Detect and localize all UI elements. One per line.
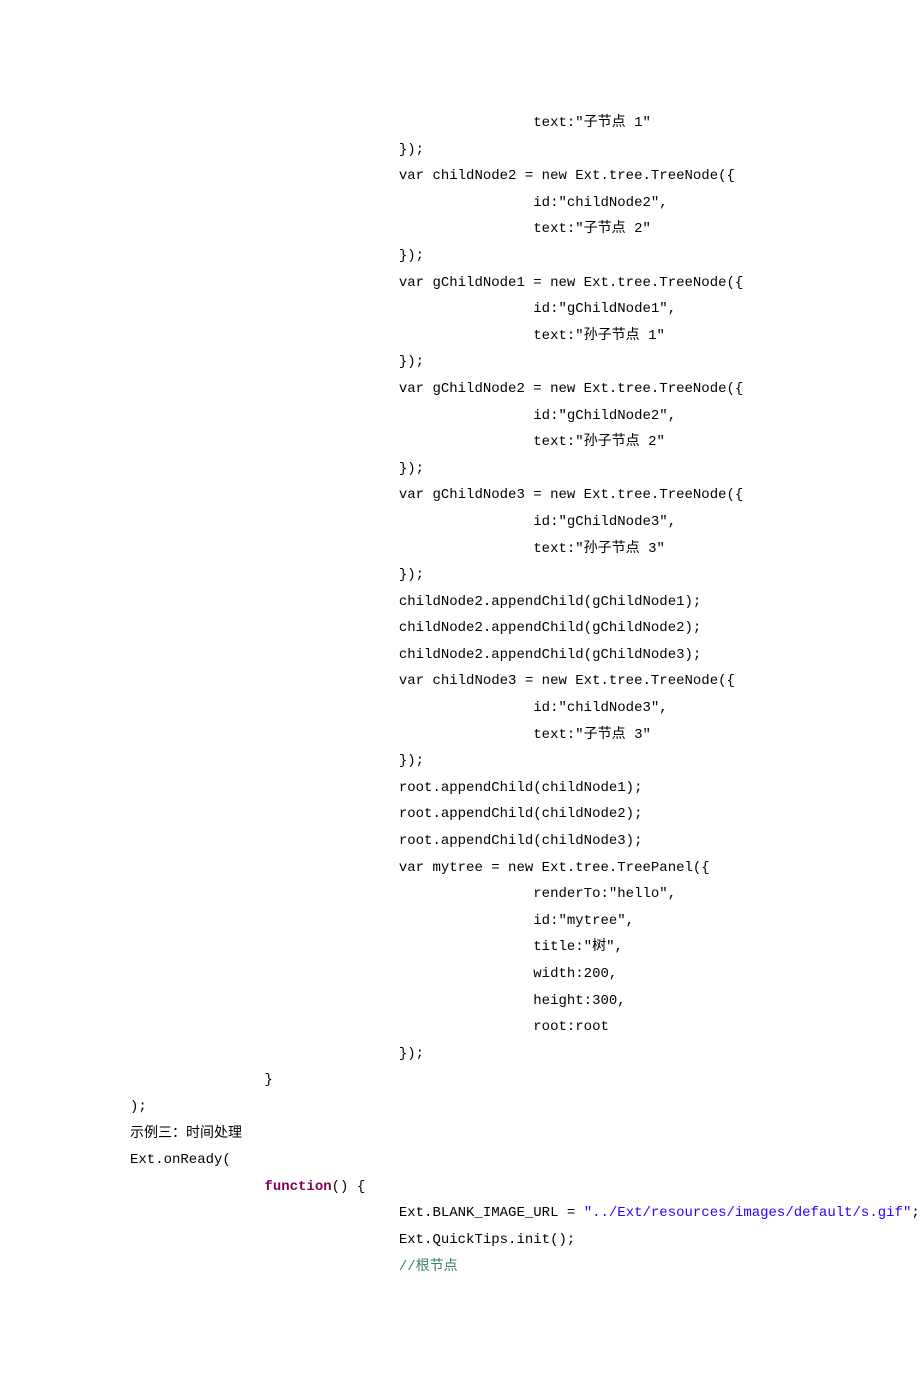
code-line: var gChildNode2 = new Ext.tree.TreeNode(… [130,381,743,397]
code-line: text:"孙子节点 3" [130,541,665,557]
code-line: root:root [130,1019,609,1035]
code-token: id:"gChildNode2", [533,408,676,424]
code-line: ); [130,1099,147,1115]
code-line: height:300, [130,993,626,1009]
code-token: childNode2.appendChild(gChildNode3); [399,647,701,663]
code-token: text:"孙子节点 2" [533,434,665,450]
code-line: id:"childNode3", [130,700,668,716]
code-token: var gChildNode1 = new Ext.tree.TreeNode(… [399,275,743,291]
code-token: var childNode3 = new Ext.tree.TreeNode({ [399,673,735,689]
code-token: Ext.onReady( [130,1152,231,1168]
code-line: }); [130,567,424,583]
code-token: text:"子节点 1" [533,115,651,131]
code-line: }); [130,354,424,370]
code-token: title:"树", [533,939,623,955]
code-line: }); [130,248,424,264]
code-line: width:200, [130,966,617,982]
code-token: root:root [533,1019,609,1035]
code-token: root.appendChild(childNode3); [399,833,643,849]
code-token: () { [332,1179,366,1195]
code-token: childNode2.appendChild(gChildNode1); [399,594,701,610]
code-line: childNode2.appendChild(gChildNode2); [130,620,701,636]
code-line: text:"孙子节点 2" [130,434,665,450]
code-line: }); [130,1046,424,1062]
code-line: root.appendChild(childNode3); [130,833,642,849]
code-token: }); [399,354,424,370]
code-token: id:"childNode2", [533,195,667,211]
code-token: Ext.BLANK_IMAGE_URL = [399,1205,584,1221]
code-line: 示例三：时间处理 [130,1126,242,1142]
code-line: //根节点 [130,1259,458,1275]
code-token: function [264,1179,331,1195]
code-token: }); [399,567,424,583]
code-token: root.appendChild(childNode1); [399,780,643,796]
code-token: id:"mytree", [533,913,634,929]
code-line: Ext.BLANK_IMAGE_URL = "../Ext/resources/… [130,1205,920,1221]
code-token: ); [130,1099,147,1115]
code-token: id:"gChildNode3", [533,514,676,530]
code-line: var childNode2 = new Ext.tree.TreeNode({ [130,168,735,184]
code-line: var gChildNode1 = new Ext.tree.TreeNode(… [130,275,743,291]
code-token: }); [399,461,424,477]
code-line: text:"子节点 3" [130,727,651,743]
code-line: root.appendChild(childNode1); [130,780,642,796]
code-token: var gChildNode2 = new Ext.tree.TreeNode(… [399,381,743,397]
code-token: text:"孙子节点 1" [533,328,665,344]
code-line: }); [130,142,424,158]
code-token: } [264,1072,272,1088]
code-line: text:"子节点 2" [130,221,651,237]
code-token: }); [399,1046,424,1062]
code-line: var mytree = new Ext.tree.TreePanel({ [130,860,710,876]
code-line: renderTo:"hello", [130,886,676,902]
code-line: Ext.QuickTips.init(); [130,1232,575,1248]
code-token: var childNode2 = new Ext.tree.TreeNode({ [399,168,735,184]
code-token: renderTo:"hello", [533,886,676,902]
code-line: id:"childNode2", [130,195,668,211]
code-token: root.appendChild(childNode2); [399,806,643,822]
code-token: id:"childNode3", [533,700,667,716]
code-token: "../Ext/resources/images/default/s.gif" [584,1205,912,1221]
code-token: //根节点 [399,1259,458,1275]
code-token: }); [399,142,424,158]
code-token: 示例三：时间处理 [130,1126,242,1142]
code-token: }); [399,753,424,769]
code-token: text:"子节点 2" [533,221,651,237]
code-block: text:"子节点 1" }); var childNode2 = new Ex… [130,110,860,1280]
code-line: Ext.onReady( [130,1152,231,1168]
code-line: childNode2.appendChild(gChildNode3); [130,647,701,663]
code-token: var mytree = new Ext.tree.TreePanel({ [399,860,710,876]
code-token: var gChildNode3 = new Ext.tree.TreeNode(… [399,487,743,503]
code-line: id:"mytree", [130,913,634,929]
code-line: } [130,1072,273,1088]
code-token: text:"子节点 3" [533,727,651,743]
code-line: var gChildNode3 = new Ext.tree.TreeNode(… [130,487,743,503]
code-token: }); [399,248,424,264]
code-line: title:"树", [130,939,623,955]
code-line: root.appendChild(childNode2); [130,806,642,822]
code-line: var childNode3 = new Ext.tree.TreeNode({ [130,673,735,689]
code-token: Ext.QuickTips.init(); [399,1232,575,1248]
code-line: }); [130,753,424,769]
code-token: childNode2.appendChild(gChildNode2); [399,620,701,636]
code-line: }); [130,461,424,477]
code-line: id:"gChildNode1", [130,301,676,317]
code-token: text:"孙子节点 3" [533,541,665,557]
code-line: id:"gChildNode3", [130,514,676,530]
code-line: id:"gChildNode2", [130,408,676,424]
code-token: width:200, [533,966,617,982]
code-line: text:"子节点 1" [130,115,651,131]
code-line: text:"孙子节点 1" [130,328,665,344]
code-line: function() { [130,1179,365,1195]
code-line: childNode2.appendChild(gChildNode1); [130,594,701,610]
document-page: text:"子节点 1" }); var childNode2 = new Ex… [0,0,920,1400]
code-token: id:"gChildNode1", [533,301,676,317]
code-token: height:300, [533,993,625,1009]
code-token: ; [911,1205,919,1221]
